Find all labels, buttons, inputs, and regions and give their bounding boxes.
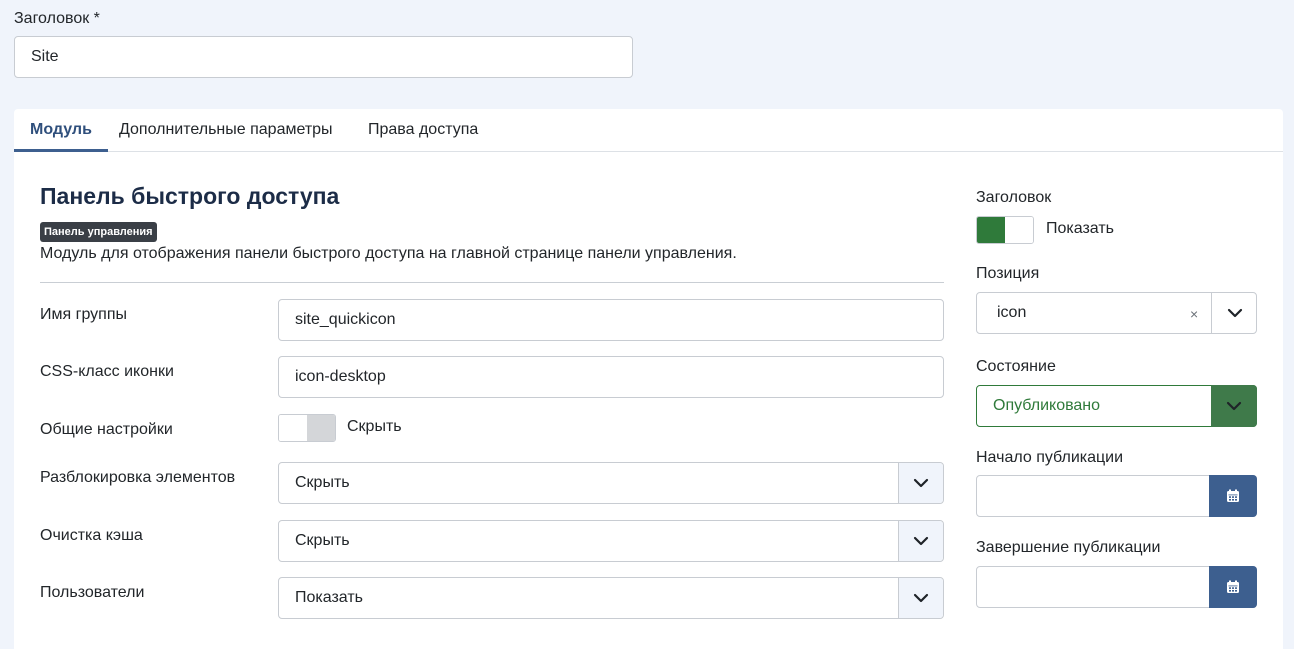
state-select[interactable]: Опубликовано [976, 385, 1257, 427]
users-label: Пользователи [40, 584, 145, 601]
group-name-input[interactable]: site_quickicon [278, 299, 944, 341]
position-label: Позиция [976, 265, 1040, 282]
title-label: Заголовок * [14, 10, 100, 27]
toggle-off-half [279, 415, 307, 441]
show-title-value: Показать [1046, 220, 1115, 237]
toggle-knob [977, 217, 1005, 243]
chevron-down-icon[interactable] [1211, 385, 1257, 427]
publish-down-input[interactable] [976, 566, 1257, 608]
chevron-down-icon[interactable] [1211, 293, 1258, 333]
general-settings-value: Скрыть [347, 418, 402, 435]
state-value: Опубликовано [993, 397, 1101, 414]
users-select[interactable]: Показать [278, 577, 944, 619]
users-value: Показать [295, 589, 364, 606]
show-title-label: Заголовок [976, 189, 1052, 206]
publish-down-label: Завершение публикации [976, 539, 1161, 556]
calendar-icon[interactable] [1209, 566, 1257, 608]
tab-bar: Модуль Дополнительные параметры Права до… [14, 109, 1283, 152]
module-title: Панель быстрого доступа [40, 183, 340, 209]
module-description: Модуль для отображения панели быстрого д… [40, 245, 737, 262]
title-input[interactable]: Site [14, 36, 633, 78]
publish-up-input[interactable] [976, 475, 1257, 517]
unlock-items-select[interactable]: Скрыть [278, 462, 944, 504]
general-settings-label: Общие настройки [40, 421, 173, 438]
clear-cache-label: Очистка кэша [40, 527, 143, 544]
module-badge: Панель управления [40, 222, 157, 242]
group-name-label: Имя группы [40, 306, 127, 323]
divider [40, 282, 944, 283]
unlock-items-label: Разблокировка элементов [40, 469, 236, 486]
clear-cache-select[interactable]: Скрыть [278, 520, 944, 562]
tab-module[interactable]: Модуль [14, 109, 108, 152]
clear-icon[interactable]: × [1190, 306, 1198, 322]
state-label: Состояние [976, 358, 1056, 375]
clear-cache-value: Скрыть [295, 532, 350, 549]
chevron-down-icon [898, 521, 943, 561]
show-title-toggle[interactable] [976, 216, 1034, 244]
publish-up-label: Начало публикации [976, 449, 1124, 466]
general-settings-toggle[interactable] [278, 414, 336, 442]
icon-class-label: CSS-класс иконки [40, 363, 174, 380]
calendar-icon[interactable] [1209, 475, 1257, 517]
toggle-knob [307, 415, 335, 441]
tab-permissions[interactable]: Права доступа [352, 109, 494, 152]
chevron-down-icon [898, 463, 943, 503]
icon-class-input[interactable]: icon-desktop [278, 356, 944, 398]
chevron-down-icon [898, 578, 943, 618]
position-select[interactable]: icon × [976, 292, 1257, 334]
position-value: icon [997, 304, 1027, 321]
unlock-items-value: Скрыть [295, 474, 350, 491]
tab-advanced[interactable]: Дополнительные параметры [103, 109, 349, 152]
toggle-off-half [1005, 217, 1033, 243]
